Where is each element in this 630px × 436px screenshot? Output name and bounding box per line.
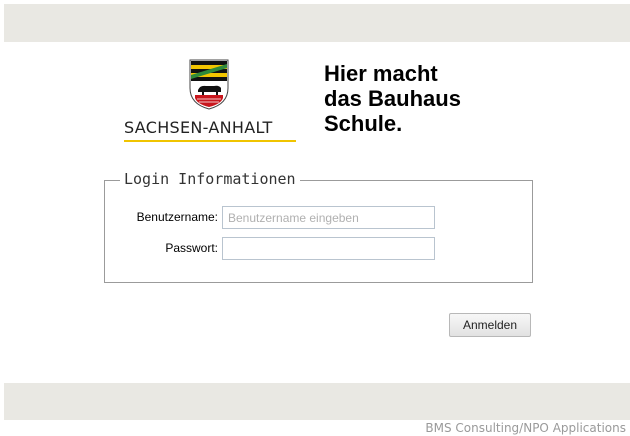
footer-credit: BMS Consulting/NPO Applications xyxy=(425,421,626,435)
login-fieldset xyxy=(104,180,533,283)
login-legend: Login Informationen xyxy=(120,170,300,188)
logo-underline xyxy=(124,140,296,142)
coat-of-arms-icon xyxy=(189,59,229,110)
header-bar xyxy=(4,4,630,42)
login-button[interactable]: Anmelden xyxy=(449,313,531,337)
slogan-line-3: Schule. xyxy=(324,111,403,136)
slogan: Hier macht das Bauhaus Schule. xyxy=(324,61,524,136)
state-logo: SACHSEN-ANHALT xyxy=(124,58,299,144)
slogan-line-1: Hier macht xyxy=(324,61,438,86)
password-input[interactable] xyxy=(222,237,435,260)
username-label: Benutzername: xyxy=(136,210,218,224)
state-name: SACHSEN-ANHALT xyxy=(124,118,273,137)
footer-bar xyxy=(4,383,630,420)
username-input[interactable] xyxy=(222,206,435,229)
slogan-line-2: das Bauhaus xyxy=(324,86,461,111)
password-label: Passwort: xyxy=(165,241,218,255)
